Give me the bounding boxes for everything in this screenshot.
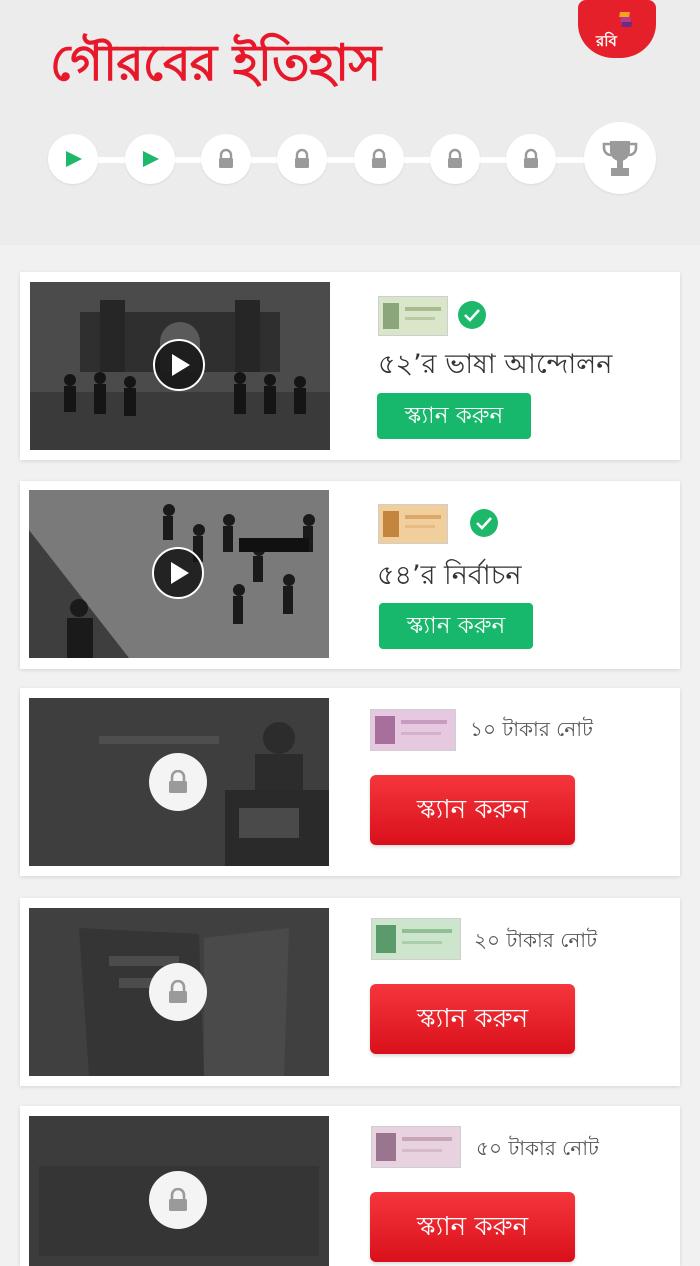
- progress-step-3[interactable]: [201, 134, 251, 184]
- app-title: গৌরবের ইতিহাস: [50, 33, 381, 92]
- banknote-art: [379, 505, 447, 543]
- banknote-art: [372, 1127, 460, 1167]
- video-thumbnail[interactable]: [30, 282, 330, 450]
- robi-logo[interactable]: রবি: [578, 0, 656, 58]
- lock-icon: [295, 148, 309, 168]
- progress-step-4[interactable]: [277, 134, 327, 184]
- video-thumbnail: [29, 698, 329, 866]
- banknote-image: [378, 296, 448, 336]
- banknote-image: [371, 918, 461, 960]
- lock-icon: [524, 148, 538, 168]
- brand-label: রবি: [596, 32, 617, 50]
- lock-icon: [169, 770, 187, 793]
- banknote-image: [371, 1126, 461, 1168]
- lock-icon: [219, 148, 233, 168]
- episode-card-1: ৫২’র ভাষা আন্দোলন স্ক্যান করুন: [20, 272, 680, 460]
- scan-button[interactable]: স্ক্যান করুন: [379, 603, 533, 649]
- play-icon: [172, 354, 190, 376]
- banknote-image: [370, 709, 456, 751]
- progress-trophy[interactable]: [584, 122, 656, 194]
- banknote-art: [371, 710, 455, 750]
- trophy-icon: [602, 141, 638, 176]
- play-icon: [143, 151, 159, 167]
- video-thumbnail[interactable]: [29, 490, 329, 658]
- play-icon: [171, 562, 189, 584]
- lock-icon: [169, 1188, 187, 1211]
- banknote-art: [379, 297, 447, 335]
- play-icon: [66, 151, 82, 167]
- lock-icon: [169, 980, 187, 1003]
- scan-button[interactable]: স্ক্যান করুন: [370, 775, 575, 845]
- progress-step-7[interactable]: [506, 134, 556, 184]
- scan-button[interactable]: স্ক্যান করুন: [370, 1192, 575, 1262]
- robi-logo-icon: [619, 12, 633, 27]
- lock-icon: [372, 148, 386, 168]
- video-thumbnail: [29, 908, 329, 1076]
- completed-check-icon: [458, 301, 486, 329]
- header: গৌরবের ইতিহাস রবি: [0, 0, 700, 245]
- banknote-label: ১০ টাকার নোট: [470, 717, 593, 741]
- play-button[interactable]: [152, 547, 204, 599]
- locked-indicator: [149, 963, 207, 1021]
- video-thumbnail: [29, 1116, 329, 1266]
- progress-step-5[interactable]: [354, 134, 404, 184]
- completed-check-icon: [470, 509, 498, 537]
- banknote-image: [378, 504, 448, 544]
- episode-card-5: ৫০ টাকার নোট স্ক্যান করুন: [20, 1106, 680, 1266]
- locked-indicator: [149, 1171, 207, 1229]
- progress-step-6[interactable]: [430, 134, 480, 184]
- play-button[interactable]: [153, 339, 205, 391]
- banknote-art: [372, 919, 460, 959]
- scan-button[interactable]: স্ক্যান করুন: [370, 984, 575, 1054]
- progress-step-1[interactable]: [48, 134, 98, 184]
- banknote-label: ৫০ টাকার নোট: [476, 1136, 599, 1160]
- episode-title: ৫৪’র নির্বাচন: [377, 560, 522, 591]
- locked-indicator: [149, 753, 207, 811]
- scan-button[interactable]: স্ক্যান করুন: [377, 393, 531, 439]
- banknote-label: ২০ টাকার নোট: [474, 928, 597, 952]
- progress-step-2[interactable]: [125, 134, 175, 184]
- episode-card-4: ২০ টাকার নোট স্ক্যান করুন: [20, 898, 680, 1086]
- episode-card-2: ৫৪’র নির্বাচন স্ক্যান করুন: [20, 481, 680, 669]
- episode-title: ৫২’র ভাষা আন্দোলন: [378, 349, 613, 380]
- lock-icon: [448, 148, 462, 168]
- episode-card-3: ১০ টাকার নোট স্ক্যান করুন: [20, 688, 680, 876]
